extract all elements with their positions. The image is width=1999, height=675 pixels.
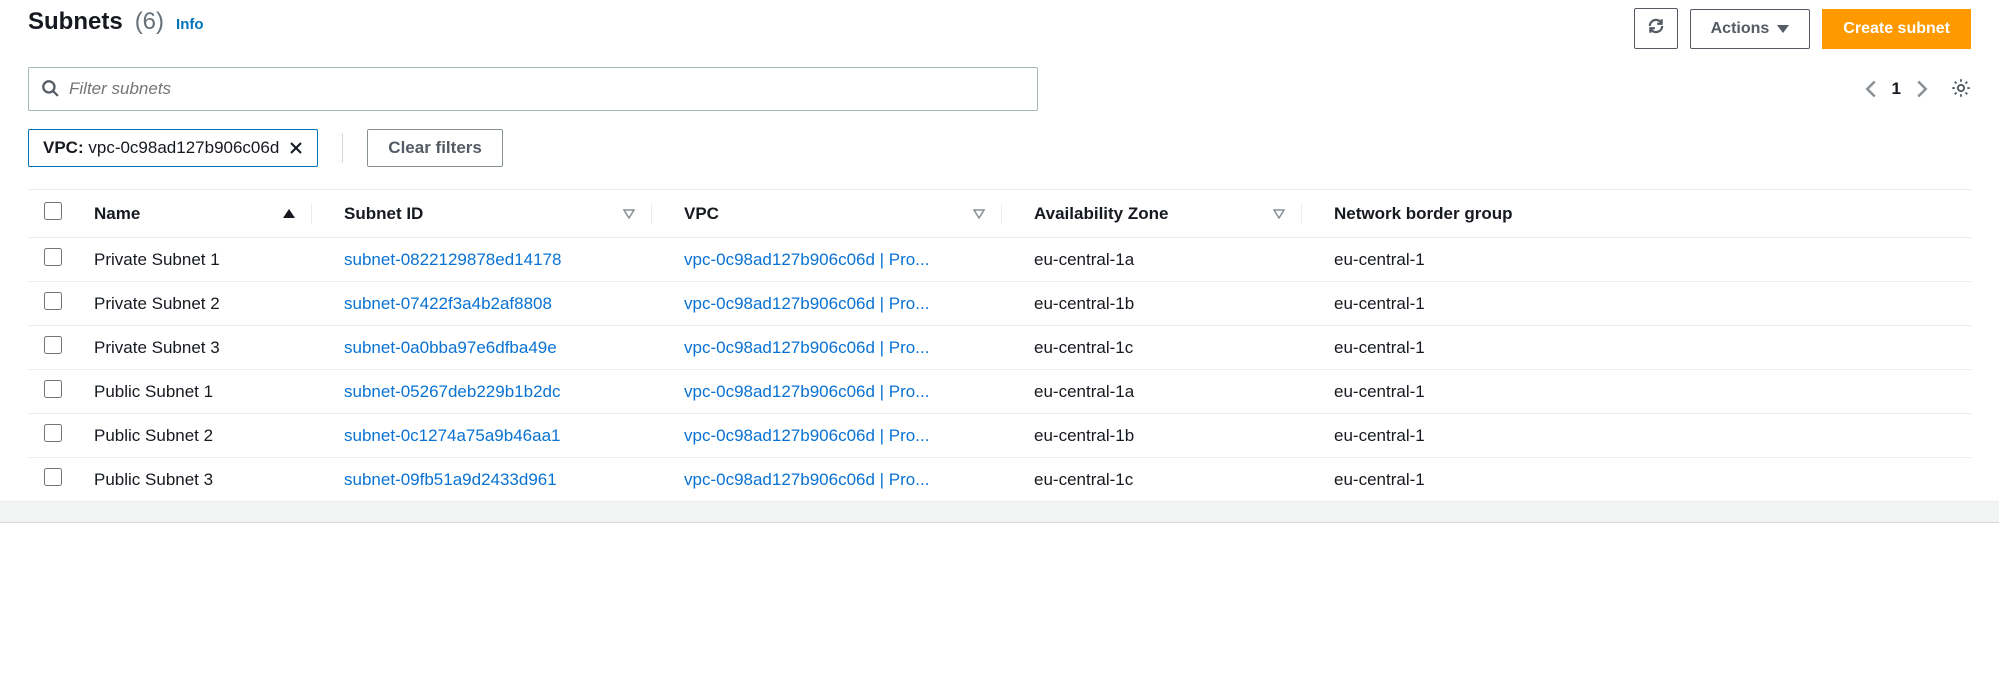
caret-down-icon: [1777, 25, 1789, 33]
cell-nbg: eu-central-1: [1318, 238, 1971, 282]
search-container[interactable]: [28, 67, 1038, 111]
cell-az: eu-central-1a: [1018, 370, 1318, 414]
cell-az: eu-central-1b: [1018, 282, 1318, 326]
cell-subnet-id[interactable]: subnet-0822129878ed14178: [328, 238, 668, 282]
row-checkbox[interactable]: [44, 248, 62, 266]
cell-subnet-id[interactable]: subnet-0c1274a75a9b46aa1: [328, 414, 668, 458]
page-next-button[interactable]: [1915, 79, 1929, 99]
table-row[interactable]: Private Subnet 1 subnet-0822129878ed1417…: [28, 238, 1971, 282]
cell-vpc[interactable]: vpc-0c98ad127b906c06d | Pro...: [668, 370, 1018, 414]
cell-vpc[interactable]: vpc-0c98ad127b906c06d | Pro...: [668, 326, 1018, 370]
table-row[interactable]: Private Subnet 3 subnet-0a0bba97e6dfba49…: [28, 326, 1971, 370]
clear-filters-button[interactable]: Clear filters: [367, 129, 503, 167]
select-all-checkbox[interactable]: [44, 202, 62, 220]
filter-chip-remove[interactable]: [289, 141, 303, 155]
row-checkbox[interactable]: [44, 336, 62, 354]
cell-nbg: eu-central-1: [1318, 370, 1971, 414]
filter-chip-value: vpc-0c98ad127b906c06d: [88, 138, 279, 157]
cell-az: eu-central-1a: [1018, 238, 1318, 282]
divider: [342, 133, 343, 163]
subnets-table: Name Subnet ID VPC: [28, 189, 1971, 501]
cell-nbg: eu-central-1: [1318, 326, 1971, 370]
cell-vpc[interactable]: vpc-0c98ad127b906c06d | Pro...: [668, 458, 1018, 502]
refresh-button[interactable]: [1634, 8, 1678, 49]
column-header-name[interactable]: Name: [78, 190, 328, 238]
table-row[interactable]: Public Subnet 2 subnet-0c1274a75a9b46aa1…: [28, 414, 1971, 458]
filter-input[interactable]: [69, 79, 1025, 99]
settings-button[interactable]: [1951, 78, 1971, 101]
column-header-subnet-id[interactable]: Subnet ID: [328, 190, 668, 238]
column-filter-icon[interactable]: [1273, 209, 1285, 219]
page-prev-button[interactable]: [1864, 79, 1878, 99]
cell-name: Public Subnet 1: [78, 370, 328, 414]
resource-count: (6): [135, 8, 164, 36]
cell-az: eu-central-1c: [1018, 458, 1318, 502]
cell-vpc[interactable]: vpc-0c98ad127b906c06d | Pro...: [668, 414, 1018, 458]
cell-name: Public Subnet 2: [78, 414, 328, 458]
cell-name: Private Subnet 2: [78, 282, 328, 326]
row-checkbox[interactable]: [44, 380, 62, 398]
cell-az: eu-central-1b: [1018, 414, 1318, 458]
cell-subnet-id[interactable]: subnet-07422f3a4b2af8808: [328, 282, 668, 326]
row-checkbox[interactable]: [44, 424, 62, 442]
cell-subnet-id[interactable]: subnet-0a0bba97e6dfba49e: [328, 326, 668, 370]
filter-chip-key: VPC:: [43, 138, 84, 157]
create-subnet-button[interactable]: Create subnet: [1822, 9, 1971, 49]
cell-nbg: eu-central-1: [1318, 282, 1971, 326]
column-header-vpc[interactable]: VPC: [668, 190, 1018, 238]
table-row[interactable]: Private Subnet 2 subnet-07422f3a4b2af880…: [28, 282, 1971, 326]
actions-label: Actions: [1711, 20, 1770, 38]
cell-name: Public Subnet 3: [78, 458, 328, 502]
row-checkbox[interactable]: [44, 292, 62, 310]
cell-az: eu-central-1c: [1018, 326, 1318, 370]
column-header-az[interactable]: Availability Zone: [1018, 190, 1318, 238]
search-icon: [41, 79, 59, 100]
row-checkbox[interactable]: [44, 468, 62, 486]
refresh-icon: [1647, 17, 1665, 40]
table-footer-spacer: [0, 501, 1999, 523]
cell-vpc[interactable]: vpc-0c98ad127b906c06d | Pro...: [668, 282, 1018, 326]
sort-asc-icon: [283, 209, 295, 218]
actions-dropdown-button[interactable]: Actions: [1690, 9, 1811, 49]
cell-vpc[interactable]: vpc-0c98ad127b906c06d | Pro...: [668, 238, 1018, 282]
table-row[interactable]: Public Subnet 1 subnet-05267deb229b1b2dc…: [28, 370, 1971, 414]
cell-nbg: eu-central-1: [1318, 458, 1971, 502]
cell-nbg: eu-central-1: [1318, 414, 1971, 458]
column-filter-icon[interactable]: [973, 209, 985, 219]
page-number: 1: [1892, 79, 1901, 99]
cell-name: Private Subnet 3: [78, 326, 328, 370]
page-title: Subnets: [28, 8, 123, 36]
cell-subnet-id[interactable]: subnet-05267deb229b1b2dc: [328, 370, 668, 414]
column-header-nbg[interactable]: Network border group: [1318, 190, 1971, 238]
cell-name: Private Subnet 1: [78, 238, 328, 282]
column-filter-icon[interactable]: [623, 209, 635, 219]
table-row[interactable]: Public Subnet 3 subnet-09fb51a9d2433d961…: [28, 458, 1971, 502]
cell-subnet-id[interactable]: subnet-09fb51a9d2433d961: [328, 458, 668, 502]
filter-chip-vpc[interactable]: VPC: vpc-0c98ad127b906c06d: [28, 129, 318, 167]
info-link[interactable]: Info: [176, 16, 204, 33]
